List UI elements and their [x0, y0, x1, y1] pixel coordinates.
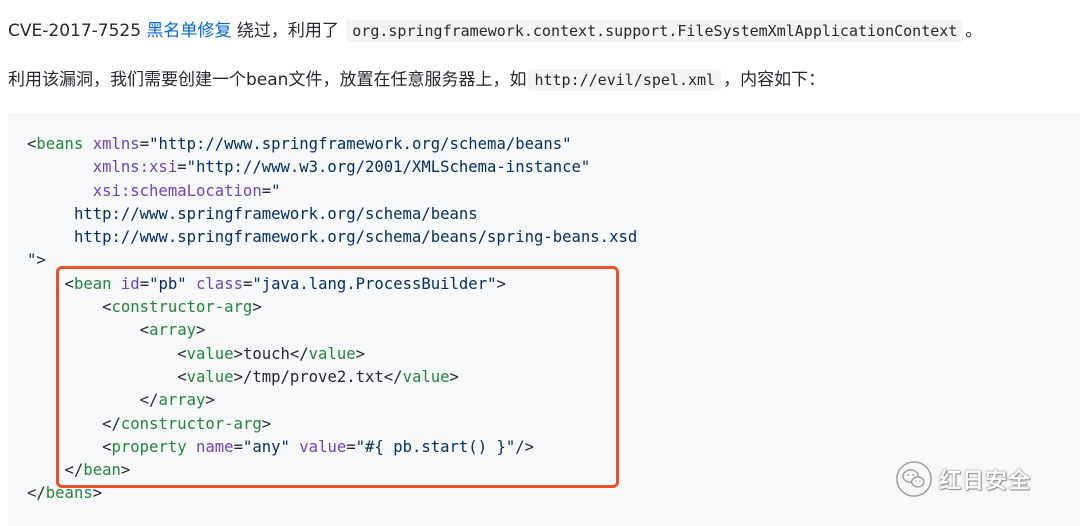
watermark-text: 红日安全 [939, 469, 1032, 494]
code-token: < [27, 135, 37, 153]
code-token: http://www.springframework.org/schema/be… [27, 204, 478, 223]
code-line: xmlns:xsi="http://www.w3.org/2001/XMLSch… [27, 158, 591, 177]
instructions-text: 利用该漏洞，我们需要创建一个bean文件，放置在任意服务器上，如 [8, 70, 527, 90]
code-line: xsi:schemaLocation=" [27, 182, 281, 200]
watermark: 红日安全 [895, 460, 1031, 498]
highlight-box [56, 266, 619, 488]
code-token: = [139, 135, 150, 153]
intro-mid-text: 绕过，利用了 [236, 21, 339, 41]
code-token: = [261, 181, 272, 200]
intro-end-text: 。 [965, 21, 983, 41]
code-token: </ [27, 484, 46, 503]
class-name-code: org.springframework.context.support.File… [346, 20, 964, 42]
paragraph-intro: CVE-2017-7525 黑名单修复 绕过，利用了 org.springfra… [8, 19, 982, 43]
code-line: http://www.springframework.org/schema/be… [27, 205, 478, 223]
code-token: xmlns:xsi [92, 158, 178, 177]
instructions-end-text: ，内容如下： [723, 70, 826, 90]
cve-id-text: CVE-2017-7525 [8, 21, 142, 41]
code-token: xmlns [92, 135, 140, 153]
code-token: "http://www.w3.org/2001/XMLSchema-instan… [186, 158, 591, 177]
code-line: http://www.springframework.org/schema/be… [27, 228, 637, 246]
wechat-icon [896, 461, 932, 497]
code-line: "> [27, 251, 46, 269]
code-token: beans [36, 135, 84, 153]
blacklist-fix-link[interactable]: 黑名单修复 [146, 21, 231, 41]
code-token: xsi:schemaLocation [92, 181, 262, 200]
code-token: " [27, 251, 37, 270]
code-token: http://www.springframework.org/schema/be… [27, 228, 638, 247]
code-token: > [36, 251, 46, 270]
code-token: "http://www.springframework.org/schema/b… [149, 135, 572, 153]
code-token: " [271, 181, 281, 200]
paragraph-instructions: 利用该漏洞，我们需要创建一个bean文件，放置在任意服务器上，如 http://e… [8, 68, 825, 92]
code-token: = [177, 158, 187, 177]
evil-url-code: http://evil/spel.xml [528, 69, 722, 91]
code-line: <beans xmlns="http://www.springframework… [27, 135, 572, 153]
